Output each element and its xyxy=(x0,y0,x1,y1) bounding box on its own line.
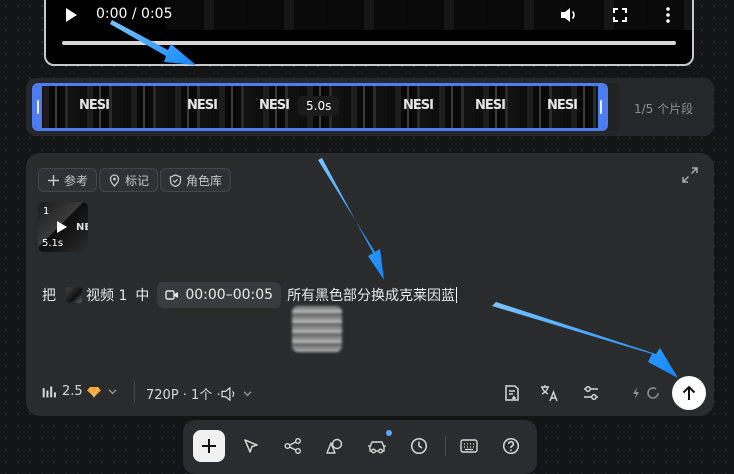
text-caret xyxy=(456,287,458,303)
history-button[interactable] xyxy=(403,430,435,462)
plus-icon xyxy=(202,439,216,453)
video-ref-thumbnail xyxy=(66,287,82,303)
video-ref-label: 视频 1 xyxy=(86,288,128,304)
prompt-middle: 中 xyxy=(135,288,150,304)
time-display: 0:00 / 0:05 xyxy=(96,6,173,22)
workflow-button[interactable] xyxy=(277,430,309,462)
film-logo: NESI xyxy=(475,98,506,113)
time-range-label: 00:00–00:05 xyxy=(185,287,274,303)
expand-icon[interactable] xyxy=(682,167,698,183)
location-pin-icon xyxy=(109,173,120,187)
reference-video-thumbnail[interactable]: 1 NE 5.1s xyxy=(38,202,88,252)
shield-icon xyxy=(169,173,182,187)
play-icon[interactable] xyxy=(66,8,77,22)
output-settings-selector[interactable]: 720P · 1个 · xyxy=(146,384,252,403)
car-icon xyxy=(368,441,386,454)
shapes-button[interactable] xyxy=(319,430,351,462)
progress-bar[interactable] xyxy=(62,41,676,45)
dragged-image-preview xyxy=(292,306,342,352)
film-logo: NESI xyxy=(403,98,434,113)
play-icon xyxy=(57,221,67,233)
prompt-instruction: 所有黑色部分换成克莱因蓝 xyxy=(287,288,456,304)
add-button[interactable] xyxy=(193,430,225,462)
film-logo: NESI xyxy=(259,98,290,113)
chip-label: 标记 xyxy=(125,173,150,188)
gem-icon xyxy=(86,386,101,398)
shapes-icon xyxy=(326,438,343,454)
chevron-down-icon xyxy=(243,391,252,397)
film-logo: NESI xyxy=(187,98,218,113)
keyboard-icon xyxy=(460,439,478,453)
help-icon xyxy=(502,437,520,455)
settings-sliders-icon[interactable] xyxy=(582,384,600,402)
prompt-prefix: 把 xyxy=(42,288,56,304)
workflow-icon xyxy=(284,438,301,454)
trim-handle-left[interactable] xyxy=(35,86,42,128)
chip-label: 参考 xyxy=(64,173,89,188)
next-clip-edge xyxy=(608,83,620,131)
clip-duration-badge: 5.0s xyxy=(298,96,340,116)
thumb-index: 1 xyxy=(43,206,50,217)
clock-icon xyxy=(410,437,428,455)
thumb-logo: NE xyxy=(76,222,88,233)
chevron-down-icon xyxy=(108,389,117,395)
model-selector[interactable]: 2.5 xyxy=(42,384,117,399)
divider xyxy=(134,382,135,402)
plus-icon xyxy=(48,174,59,186)
reference-chip[interactable]: 参考 xyxy=(38,168,98,192)
character-library-chip[interactable]: 角色库 xyxy=(160,168,232,192)
send-button[interactable] xyxy=(672,376,706,410)
sparkle-icon xyxy=(633,387,639,399)
output-spec: 720P · 1个 · xyxy=(146,388,221,403)
send-arrow-up-icon xyxy=(682,385,696,400)
model-version: 2.5 xyxy=(62,384,83,399)
mark-chip[interactable]: 标记 xyxy=(99,168,159,192)
keyboard-shortcuts-button[interactable] xyxy=(453,430,485,462)
bar-chart-icon xyxy=(42,386,56,398)
more-vertical-icon[interactable] xyxy=(666,6,670,24)
prompt-text-input[interactable]: 把 视频 1 中 00:00–00:05 所有黑色部分换成克莱因蓝 xyxy=(42,282,458,308)
volume-icon[interactable] xyxy=(560,7,578,23)
video-camera-icon xyxy=(165,290,179,300)
toolbar-divider xyxy=(445,436,446,456)
notification-dot xyxy=(386,430,392,436)
fullscreen-icon[interactable] xyxy=(613,8,627,22)
chip-label: 角色库 xyxy=(186,173,223,188)
note-add-icon[interactable] xyxy=(503,384,521,402)
translate-icon[interactable] xyxy=(540,384,558,402)
help-button[interactable] xyxy=(495,430,527,462)
clip-count-label: 1/5 个片段 xyxy=(634,102,694,116)
thumb-duration: 5.1s xyxy=(42,238,64,249)
film-logo: NESI xyxy=(547,98,578,113)
speaker-icon xyxy=(220,386,234,401)
cursor-icon xyxy=(244,439,258,453)
video-player[interactable]: 0:00 / 0:05 xyxy=(44,0,694,66)
trim-handle-right[interactable] xyxy=(598,86,605,128)
time-range-chip[interactable]: 00:00–00:05 xyxy=(157,282,282,308)
film-logo: NESI xyxy=(79,98,110,113)
loading-icon xyxy=(647,387,659,399)
select-tool-button[interactable] xyxy=(235,430,267,462)
